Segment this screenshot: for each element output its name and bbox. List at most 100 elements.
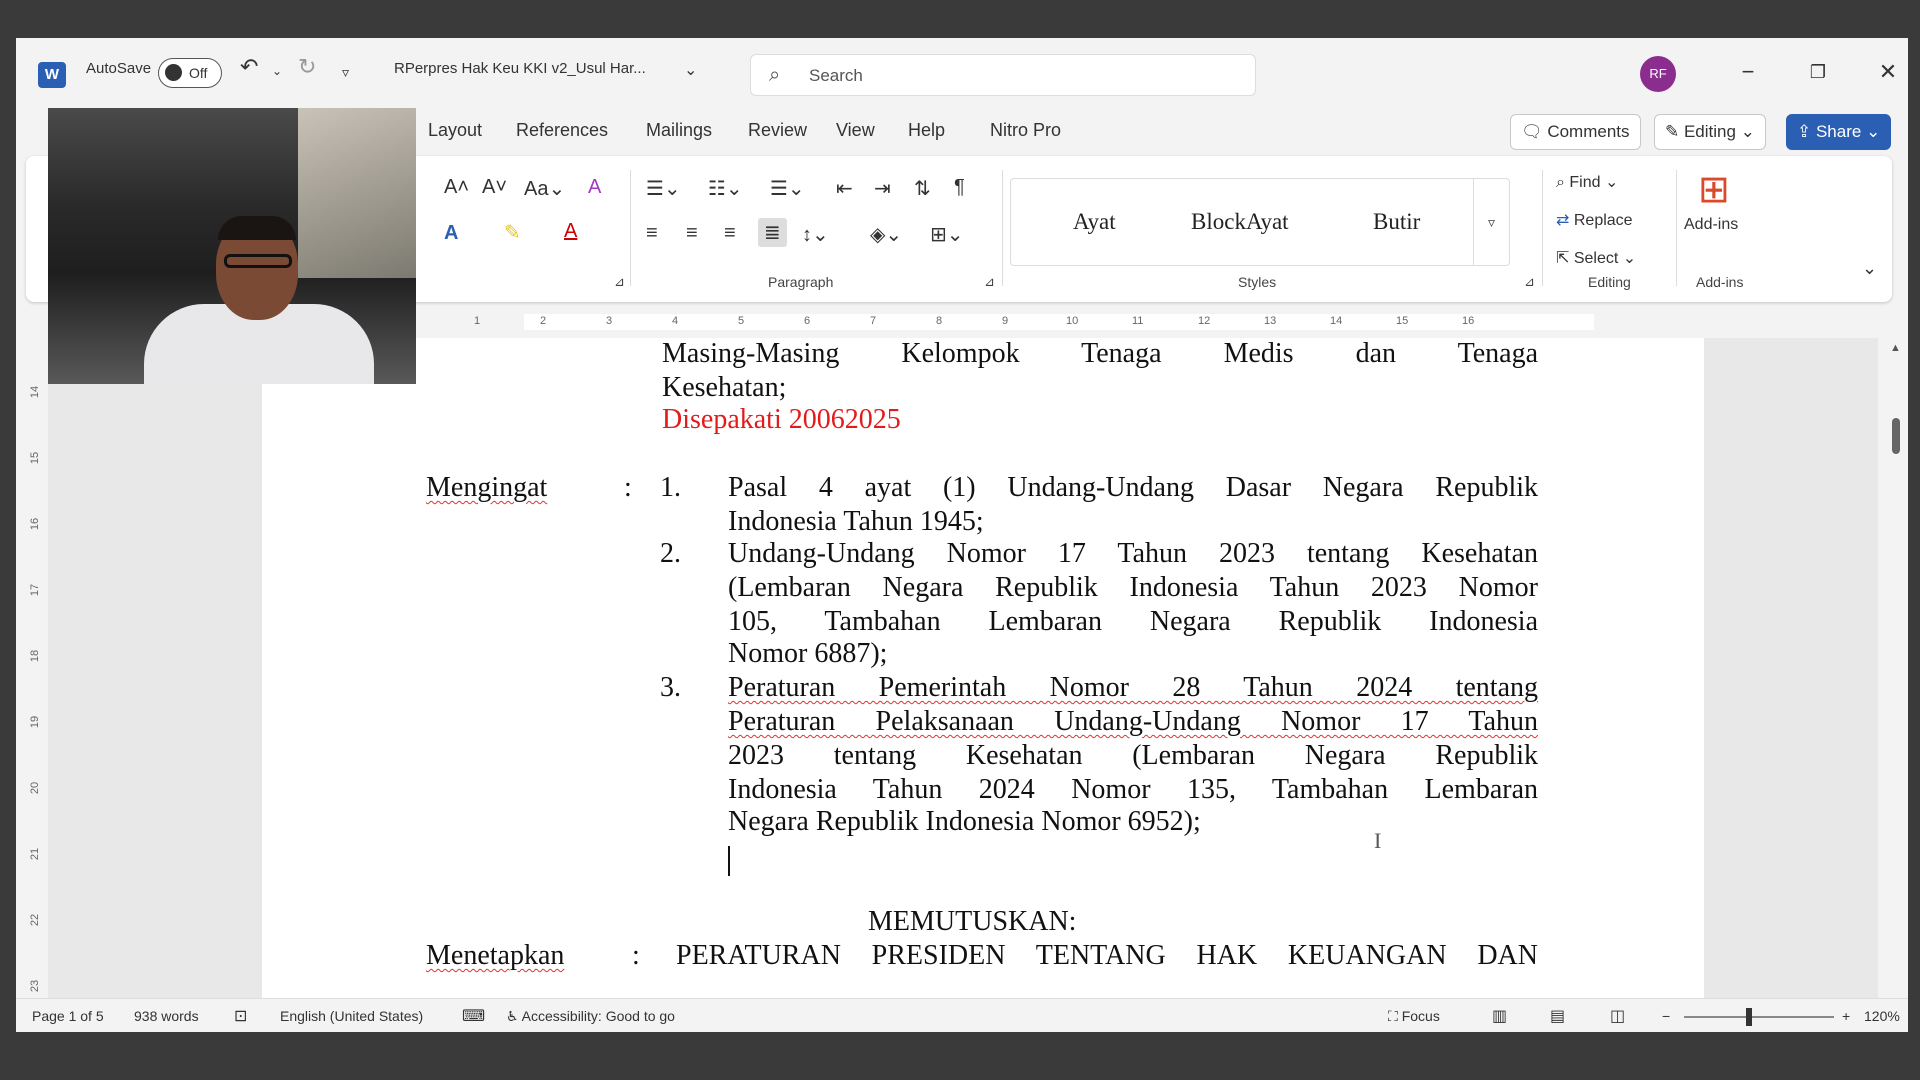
zoom-slider-thumb[interactable] <box>1746 1008 1752 1026</box>
line-spacing-icon[interactable]: ↕⌄ <box>802 222 829 247</box>
customize-qat-icon[interactable]: ▿ <box>342 64 349 81</box>
print-layout-icon[interactable]: ▤ <box>1550 1006 1565 1026</box>
tab-help[interactable]: Help <box>908 120 945 141</box>
autosave-toggle[interactable]: Off <box>158 58 222 88</box>
ruler-tick: 9 <box>1002 315 1009 327</box>
read-mode-icon[interactable]: ▥ <box>1492 1006 1507 1026</box>
mengingat-label: Mengingat <box>426 472 548 503</box>
web-layout-icon[interactable]: ◫ <box>1610 1006 1625 1026</box>
align-center-icon[interactable]: ≡ <box>686 222 698 245</box>
menetapkan-text: PERATURAN PRESIDEN TENTANG HAK KEUANGAN … <box>676 940 1538 971</box>
vruler-tick: 16 <box>29 517 41 531</box>
font-launcher-icon[interactable]: ⊿ <box>614 274 625 290</box>
align-right-icon[interactable]: ≡ <box>724 222 736 245</box>
text-effects-icon[interactable]: A <box>444 222 458 245</box>
find-button[interactable]: ⌕ Find ⌄ <box>1556 172 1618 192</box>
highlight-icon[interactable]: ✎ <box>504 220 521 245</box>
item-3-line: Peraturan Pelaksanaan Undang-Undang Nomo… <box>728 706 1538 737</box>
sort-icon[interactable]: ⇅ <box>914 176 931 201</box>
item-3-line: Negara Republik Indonesia Nomor 6952); <box>728 806 1201 837</box>
proofing-icon[interactable]: ⊡ <box>234 1006 247 1026</box>
separator <box>1542 170 1543 286</box>
styles-launcher-icon[interactable]: ⊿ <box>1524 274 1535 290</box>
style-ayat[interactable]: Ayat <box>1073 209 1116 235</box>
numbering-icon[interactable]: ☷⌄ <box>708 176 743 201</box>
track-changes-icon[interactable]: ⌨ <box>462 1006 485 1026</box>
tab-review[interactable]: Review <box>748 120 807 141</box>
add-ins-group-label: Add-ins <box>1696 274 1744 290</box>
ruler-tick: 12 <box>1198 315 1211 327</box>
ruler-tick: 10 <box>1066 315 1079 327</box>
restore-icon[interactable]: ❐ <box>1798 52 1838 92</box>
increase-indent-icon[interactable]: ⇥ <box>874 176 891 201</box>
align-left-icon[interactable]: ≡ <box>646 222 658 245</box>
font-color-icon[interactable]: A <box>564 220 577 243</box>
document-page[interactable]: Masing-Masing Kelompok Tenaga Medis dan … <box>262 338 1704 1028</box>
undo-dropdown-icon[interactable]: ⌄ <box>272 64 282 78</box>
bullets-icon[interactable]: ☰⌄ <box>646 176 681 201</box>
tab-references[interactable]: References <box>516 120 608 141</box>
clear-formatting-icon[interactable]: A <box>588 176 601 199</box>
document-canvas[interactable]: Masing-Masing Kelompok Tenaga Medis dan … <box>48 338 1878 1028</box>
item-1-line: Pasal 4 ayat (1) Undang-Undang Dasar Neg… <box>728 472 1538 503</box>
vruler-tick: 18 <box>29 649 41 663</box>
replace-button[interactable]: ⇄ Replace <box>1556 210 1633 230</box>
accessibility-status[interactable]: ♿︎ Accessibility: Good to go <box>506 1008 675 1025</box>
justify-icon[interactable]: ≣ <box>758 218 787 247</box>
scroll-thumb[interactable] <box>1892 418 1900 454</box>
page-count[interactable]: Page 1 of 5 <box>32 1008 104 1024</box>
borders-icon[interactable]: ⊞⌄ <box>930 222 964 247</box>
editing-mode-button[interactable]: ✎ Editing ⌄ <box>1654 114 1766 150</box>
memutuskan-heading: MEMUTUSKAN: <box>868 906 1077 937</box>
i-beam-cursor-icon: I <box>1374 828 1382 853</box>
style-blockayat[interactable]: BlockAyat <box>1191 209 1289 235</box>
comments-button[interactable]: 🗨︎ Comments <box>1510 114 1641 150</box>
vertical-scrollbar[interactable]: ▲ ▼ <box>1884 338 1908 1028</box>
decrease-indent-icon[interactable]: ⇤ <box>836 176 853 201</box>
zoom-in-icon[interactable]: + <box>1842 1008 1850 1024</box>
search-box[interactable]: ⌕ Search <box>750 54 1256 96</box>
ruler-tick: 6 <box>804 315 811 327</box>
grow-font-icon[interactable]: A˄ <box>444 176 469 199</box>
select-button[interactable]: ⇱ Select ⌄ <box>1556 248 1636 268</box>
close-icon[interactable]: ✕ <box>1868 52 1908 92</box>
comment-icon: 🗨︎ <box>1521 122 1548 141</box>
user-avatar[interactable]: RF <box>1640 56 1676 92</box>
zoom-level[interactable]: 120% <box>1864 1008 1900 1024</box>
pencil-icon: ✎ <box>1665 122 1684 141</box>
multilevel-list-icon[interactable]: ☰⌄ <box>770 176 805 201</box>
styles-more-icon[interactable]: ▿ <box>1473 179 1509 265</box>
item-2-line: Nomor 6887); <box>728 638 888 669</box>
shrink-font-icon[interactable]: A˅ <box>482 176 507 199</box>
collapse-ribbon-icon[interactable]: ⌄ <box>1862 258 1877 279</box>
ruler-tick: 16 <box>1462 315 1475 327</box>
paragraph-launcher-icon[interactable]: ⊿ <box>984 274 995 290</box>
minimize-icon[interactable]: − <box>1728 52 1768 92</box>
language-status[interactable]: English (United States) <box>280 1008 423 1024</box>
text-cursor <box>728 846 730 876</box>
doc-line-a: Masing-Masing Kelompok Tenaga Medis dan … <box>662 338 1538 369</box>
word-count[interactable]: 938 words <box>134 1008 199 1024</box>
redo-icon[interactable]: ↻ <box>298 54 316 80</box>
add-ins-icon[interactable]: ⊞ <box>1698 170 1730 210</box>
item-2-line: (Lembaran Negara Republik Indonesia Tahu… <box>728 572 1538 603</box>
vertical-ruler[interactable]: 14 15 16 17 18 19 20 21 22 23 <box>26 338 44 1028</box>
zoom-slider[interactable] <box>1684 1016 1834 1018</box>
zoom-out-icon[interactable]: − <box>1662 1008 1670 1024</box>
style-butir[interactable]: Butir <box>1373 209 1420 235</box>
focus-icon: ⛶ <box>1388 1008 1402 1024</box>
undo-icon[interactable]: ↶ <box>240 54 258 80</box>
shading-icon[interactable]: ◈⌄ <box>870 222 902 247</box>
tab-layout[interactable]: Layout <box>428 120 482 141</box>
tab-nitro-pro[interactable]: Nitro Pro <box>990 120 1061 141</box>
show-marks-icon[interactable]: ¶ <box>954 176 965 199</box>
share-button[interactable]: ⇪ Share ⌄ <box>1786 114 1892 150</box>
change-case-icon[interactable]: Aa⌄ <box>524 176 565 201</box>
document-title[interactable]: RPerpres Hak Keu KKI v2_Usul Har... <box>394 60 646 77</box>
scroll-up-icon[interactable]: ▲ <box>1890 342 1901 354</box>
tab-mailings[interactable]: Mailings <box>646 120 712 141</box>
tab-view[interactable]: View <box>836 120 875 141</box>
focus-button[interactable]: ⛶ Focus <box>1388 1008 1440 1025</box>
add-ins-button[interactable]: Add-ins <box>1684 216 1738 234</box>
title-chevron-down-icon[interactable]: ⌄ <box>684 60 697 80</box>
